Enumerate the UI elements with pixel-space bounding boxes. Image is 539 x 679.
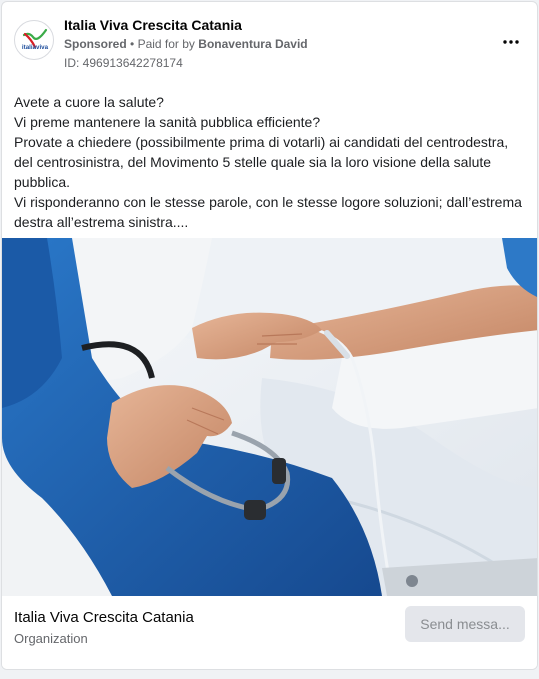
post-line: Avete a cuore la salute? bbox=[14, 94, 164, 110]
footer-category: Organization bbox=[14, 631, 88, 646]
svg-text:italiaviva: italiaviva bbox=[22, 44, 49, 51]
post-line: Provate a chiedere (possibilmente prima … bbox=[14, 134, 509, 190]
post-text: Avete a cuore la salute? Vi preme manten… bbox=[14, 92, 529, 232]
sponsored-label: Sponsored bbox=[64, 37, 127, 51]
ad-image[interactable] bbox=[2, 238, 537, 596]
page-name[interactable]: Italia Viva Crescita Catania bbox=[64, 17, 242, 33]
meta-separator: • bbox=[130, 37, 135, 51]
hospital-hands-image bbox=[2, 238, 537, 596]
post-header: italiaviva Italia Viva Crescita Catania … bbox=[2, 2, 537, 82]
more-horizontal-icon bbox=[503, 40, 519, 44]
ad-id: ID: 496913642278174 bbox=[64, 56, 183, 70]
payer-name: Bonaventura David bbox=[198, 37, 308, 51]
post-line: Vi preme mantenere la sanità pubblica ef… bbox=[14, 114, 321, 130]
post-line: Vi risponderanno con le stesse parole, c… bbox=[14, 194, 522, 230]
sponsor-meta: Sponsored • Paid for by Bonaventura Davi… bbox=[64, 37, 308, 51]
italia-viva-logo-icon: italiaviva bbox=[22, 28, 49, 51]
post-footer: Italia Viva Crescita Catania Organizatio… bbox=[2, 596, 537, 669]
send-message-button[interactable]: Send messa... bbox=[405, 606, 525, 642]
avatar[interactable]: italiaviva bbox=[14, 20, 54, 60]
paid-for-prefix: Paid for by bbox=[137, 37, 195, 51]
footer-page-name[interactable]: Italia Viva Crescita Catania bbox=[14, 609, 194, 626]
more-options-button[interactable] bbox=[499, 30, 523, 54]
sponsored-post-card: italiaviva Italia Viva Crescita Catania … bbox=[1, 1, 538, 670]
